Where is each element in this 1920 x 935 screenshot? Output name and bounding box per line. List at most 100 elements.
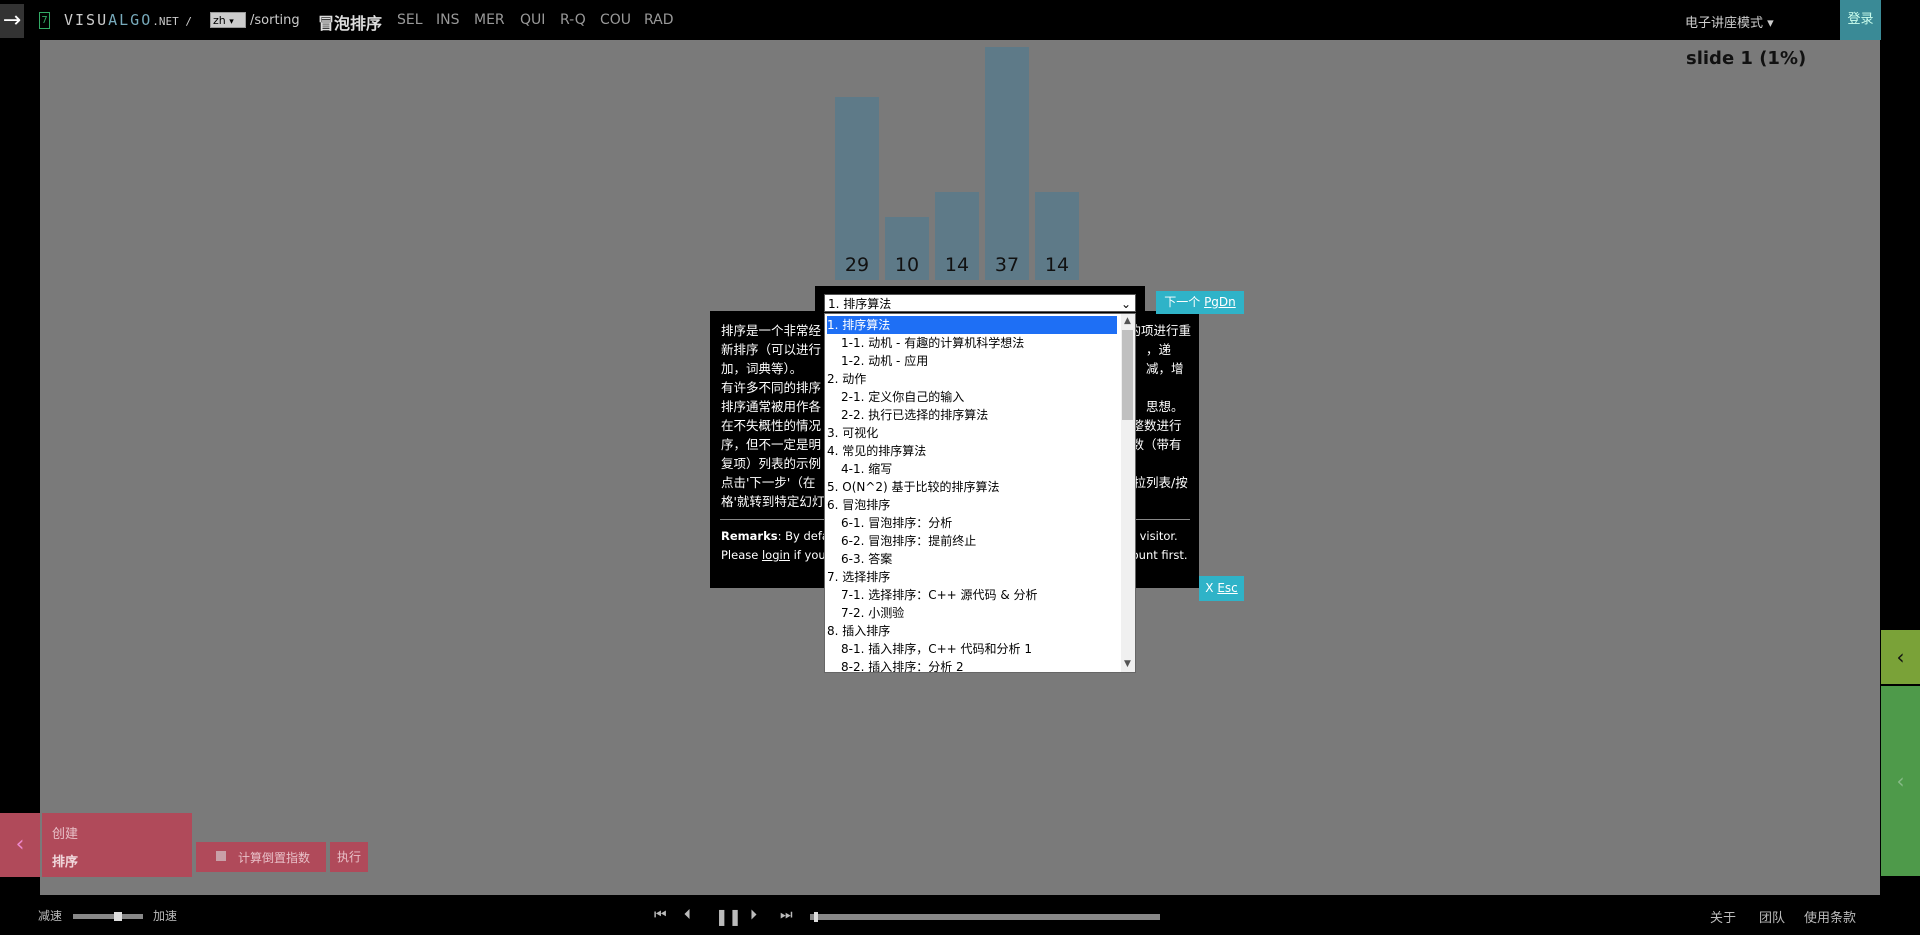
lecture-line: 新排序（可以进行: [721, 342, 822, 357]
inversion-option[interactable]: 计算倒置指数: [196, 842, 326, 872]
team-link[interactable]: 团队: [1759, 907, 1785, 926]
logo-prefix: VISU: [64, 11, 109, 29]
slide-select-value: 1. 排序算法: [828, 297, 892, 311]
language-select[interactable]: zh ▾: [210, 12, 246, 28]
lecture-line: 点击'下一步'（在: [721, 475, 816, 490]
dropdown-scroll-thumb[interactable]: [1122, 330, 1133, 420]
slide-dropdown-list[interactable]: 1. 排序算法 1-1. 动机 - 有趣的计算机科学想法 1-2. 动机 - 应用 2…: [824, 313, 1136, 673]
language-value: zh: [213, 14, 226, 27]
slide-counter: slide 1 (1%): [1686, 48, 1807, 69]
go-to-start-icon[interactable]: ⏮: [654, 907, 667, 923]
lecture-line: 格'就转到特定幻灯: [721, 494, 825, 509]
tab-mer[interactable]: MER: [474, 12, 505, 28]
lecture-line: 加，词典等）。: [721, 361, 803, 376]
inversion-label: 计算倒置指数: [238, 851, 311, 865]
login-button[interactable]: 登录: [1840, 0, 1881, 40]
tab-ins[interactable]: INS: [436, 12, 460, 28]
lecture-line: 排序是一个非常经: [721, 323, 822, 338]
lecture-line: 有许多不同的排序: [721, 380, 822, 395]
lecture-line: 在不失概性的情况: [721, 418, 822, 433]
dropdown-option[interactable]: 8-1. 插入排序，C++ 代码和分析 1: [827, 640, 1117, 658]
page-path: /sorting: [250, 13, 300, 28]
dropdown-option[interactable]: 2-2. 执行已选择的排序算法: [827, 406, 1117, 424]
close-key: Esc: [1217, 581, 1238, 595]
animation-progress-handle[interactable]: [814, 912, 818, 922]
slow-down-label[interactable]: 减速: [38, 907, 62, 924]
tab-cou[interactable]: COU: [600, 12, 631, 28]
bar: [985, 47, 1029, 280]
dropdown-option[interactable]: 2-1. 定义你自己的输入: [827, 388, 1117, 406]
tab-r-q[interactable]: R-Q: [560, 12, 586, 28]
dropdown-option[interactable]: 8-2. 插入排序：分析 2: [827, 658, 1117, 672]
lecture-line: 复项）列表的示例: [721, 456, 822, 471]
chevron-down-icon: ▾: [229, 17, 234, 27]
step-forward-icon[interactable]: ⏵: [750, 907, 757, 923]
bar-value-label: 14: [944, 254, 970, 276]
sort-action[interactable]: 排序: [52, 851, 78, 870]
speed-slider[interactable]: [73, 914, 143, 919]
logo-badge[interactable]: 7: [39, 12, 50, 29]
scroll-up-icon[interactable]: ▲: [1124, 316, 1131, 326]
dropdown-option[interactable]: 6. 冒泡排序: [827, 496, 1117, 514]
chevron-down-icon: ⌄: [1120, 297, 1131, 311]
tab-sel[interactable]: SEL: [397, 12, 423, 28]
lecture-line-right: ，递减，增: [1146, 342, 1184, 376]
scroll-down-icon[interactable]: ▼: [1124, 659, 1131, 669]
animation-progress-bar[interactable]: [810, 914, 1160, 920]
step-backward-icon[interactable]: ⏴: [684, 907, 691, 923]
about-link[interactable]: 关于: [1710, 907, 1736, 926]
dropdown-option[interactable]: 1. 排序算法: [826, 315, 1118, 335]
create-action[interactable]: 创建: [52, 823, 78, 842]
current-algorithm-title[interactable]: 冒泡排序: [318, 10, 382, 34]
next-slide-button[interactable]: 下一个 PgDn: [1156, 291, 1244, 314]
remarks-text: Please: [721, 548, 762, 562]
next-label: 下一个: [1164, 295, 1201, 309]
chevron-left-icon[interactable]: ‹: [1881, 686, 1920, 876]
dropdown-option[interactable]: 7-2. 小测验: [827, 604, 1117, 622]
next-key: PgDn: [1204, 295, 1236, 309]
site-logo[interactable]: VISUALGO.NET /: [64, 11, 192, 29]
dropdown-option[interactable]: 8. 插入排序: [827, 622, 1117, 640]
slide-select[interactable]: 1. 排序算法 ⌄: [824, 294, 1136, 312]
speed-slider-handle[interactable]: [114, 912, 122, 921]
remarks-text: if you: [790, 548, 826, 562]
bar-value-label: 14: [1044, 254, 1070, 276]
terms-link[interactable]: 使用条款: [1804, 907, 1856, 926]
close-label: X: [1205, 581, 1214, 595]
bar-value-label: 37: [994, 254, 1020, 276]
run-button[interactable]: 执行: [330, 842, 368, 872]
lecture-line: 排序通常被用作各: [721, 399, 822, 414]
dropdown-option[interactable]: 3. 可视化: [827, 424, 1117, 442]
dropdown-option[interactable]: 6-3. 答案: [827, 550, 1117, 568]
dropdown-option[interactable]: 7. 选择排序: [827, 568, 1117, 586]
tab-qui[interactable]: QUI: [520, 12, 545, 28]
lecture-line-right: 思想。: [1146, 399, 1184, 414]
tab-rad[interactable]: RAD: [644, 12, 674, 28]
dropdown-option[interactable]: 6-2. 冒泡排序：提前终止: [827, 532, 1117, 550]
left-strip: [0, 40, 40, 895]
chevron-left-icon[interactable]: ‹: [0, 813, 40, 877]
logo-suffix: .NET /: [152, 15, 192, 28]
bar-value-label: 29: [844, 254, 870, 276]
dropdown-option[interactable]: 5. O(N^2) 基于比较的排序算法: [827, 478, 1117, 496]
action-panel: 创建 排序: [42, 813, 192, 877]
chevron-left-icon[interactable]: ‹: [1881, 630, 1920, 684]
dropdown-option[interactable]: 1-2. 动机 - 应用: [827, 352, 1117, 370]
mode-dropdown[interactable]: 电子讲座模式 ▾: [1685, 12, 1774, 31]
dropdown-option[interactable]: 4-1. 缩写: [827, 460, 1117, 478]
dropdown-option[interactable]: 2. 动作: [827, 370, 1117, 388]
close-lecture-button[interactable]: X Esc: [1199, 576, 1244, 601]
pause-icon[interactable]: ❚❚: [715, 907, 742, 926]
inversion-checkbox[interactable]: [216, 851, 226, 861]
arrow-right-icon[interactable]: →: [0, 4, 24, 38]
dropdown-option[interactable]: 1-1. 动机 - 有趣的计算机科学想法: [827, 334, 1117, 352]
bar-value-label: 10: [894, 254, 920, 276]
dropdown-option[interactable]: 7-1. 选择排序：C++ 源代码 & 分析: [827, 586, 1117, 604]
go-to-end-icon[interactable]: ⏭: [780, 907, 793, 923]
dropdown-option[interactable]: 4. 常见的排序算法: [827, 442, 1117, 460]
logo-mid: ALGO: [108, 11, 153, 29]
dropdown-option[interactable]: 6-1. 冒泡排序：分析: [827, 514, 1117, 532]
login-link[interactable]: login: [762, 548, 790, 562]
lecture-line: 序，但不一定是明: [721, 437, 822, 452]
speed-up-label[interactable]: 加速: [153, 907, 177, 924]
